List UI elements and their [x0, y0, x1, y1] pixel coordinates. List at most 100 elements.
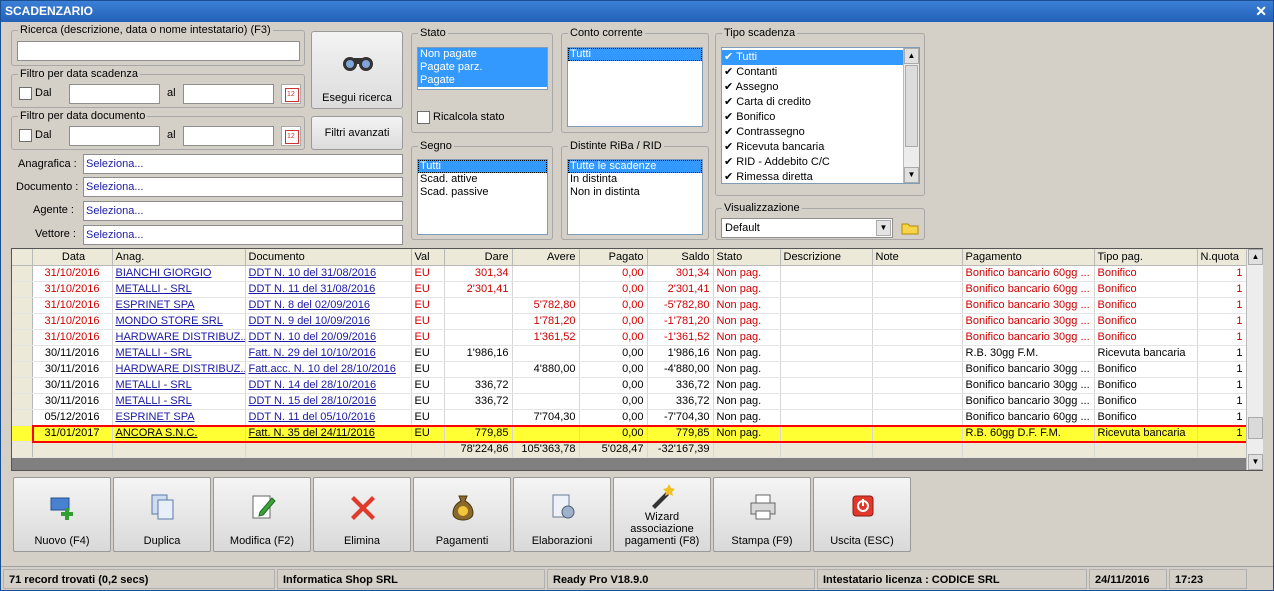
tipo-item-bonifico[interactable]: ✔ Bonifico [722, 110, 919, 125]
col-val[interactable]: Val [411, 249, 445, 266]
cell-anag[interactable]: METALLI - SRL [112, 345, 246, 362]
distinte-list[interactable]: Tutte le scadenze In distinta Non in dis… [567, 159, 703, 235]
uscita-button[interactable]: Uscita (ESC) [813, 477, 911, 552]
tipo-item-ricevuta[interactable]: ✔ Ricevuta bancaria [722, 140, 919, 155]
stato-item-non-pagate[interactable]: Non pagate [418, 48, 547, 61]
table-row[interactable]: 31/10/2016 MONDO STORE SRL DDT N. 9 del 10… [12, 313, 1247, 330]
scroll-thumb[interactable] [905, 65, 918, 147]
ricalcola-checkbox[interactable] [417, 111, 430, 124]
col-pagato[interactable]: Pagato [579, 249, 648, 266]
scroll-down-icon[interactable]: ▼ [904, 167, 919, 183]
filter-due-to-input[interactable] [183, 84, 274, 104]
col-stato[interactable]: Stato [713, 249, 781, 266]
row-indicator[interactable] [12, 313, 33, 330]
cell-documento[interactable]: DDT N. 11 del 31/08/2016 [245, 281, 412, 298]
grid-scrollbar[interactable]: ▲ ▼ [1246, 249, 1263, 470]
segno-item-tutti[interactable]: Tutti [418, 160, 547, 173]
chevron-down-icon[interactable]: ▼ [876, 220, 891, 236]
scroll-down-icon[interactable]: ▼ [1248, 454, 1263, 470]
tipo-item-contanti[interactable]: ✔ Contanti [722, 65, 919, 80]
scroll-up-icon[interactable]: ▲ [1248, 249, 1263, 265]
elimina-button[interactable]: Elimina [313, 477, 411, 552]
row-indicator[interactable] [12, 361, 33, 378]
close-icon[interactable]: ✕ [1255, 1, 1267, 22]
cell-documento[interactable]: Fatt. N. 35 del 24/11/2016 [245, 425, 412, 442]
cell-documento[interactable]: DDT N. 10 del 20/09/2016 [245, 329, 412, 346]
table-row[interactable]: 05/12/2016 ESPRINET SPA DDT N. 11 del 05/1… [12, 409, 1247, 426]
anagrafica-select[interactable]: Seleziona... [83, 154, 403, 174]
stampa-button[interactable]: Stampa (F9) [713, 477, 811, 552]
row-indicator[interactable] [12, 425, 33, 442]
visual-select[interactable]: Default ▼ [721, 218, 893, 238]
distinte-item-in-distinta[interactable]: In distinta [568, 173, 702, 186]
segno-item-passive[interactable]: Scad. passive [418, 186, 547, 199]
cell-anag[interactable]: METALLI - SRL [112, 377, 246, 394]
tipo-item-carta[interactable]: ✔ Carta di credito [722, 95, 919, 110]
col-avere[interactable]: Avere [512, 249, 580, 266]
col-anag[interactable]: Anag. [112, 249, 246, 266]
exec-search-button[interactable]: Esegui ricerca [311, 31, 403, 109]
table-row[interactable]: 31/10/2016 METALLI - SRL DDT N. 11 del 31/… [12, 281, 1247, 298]
cell-anag[interactable]: ANCORA S.N.C. [112, 425, 246, 442]
vettore-select[interactable]: Seleziona... [83, 225, 403, 245]
elaborazioni-button[interactable]: Elaborazioni [513, 477, 611, 552]
row-indicator[interactable] [12, 409, 33, 426]
segno-list[interactable]: Tutti Scad. attive Scad. passive [417, 159, 548, 235]
row-indicator[interactable] [12, 265, 33, 282]
distinte-item-tutte[interactable]: Tutte le scadenze [568, 160, 702, 173]
stato-list[interactable]: Non pagate Pagate parz. Pagate [417, 47, 548, 90]
segno-item-attive[interactable]: Scad. attive [418, 173, 547, 186]
cell-documento[interactable]: DDT N. 15 del 28/10/2016 [245, 393, 412, 410]
tipo-list[interactable]: ✔ Tutti ✔ Contanti ✔ Assegno ✔ Carta di … [721, 47, 920, 184]
cell-anag[interactable]: MONDO STORE SRL [112, 313, 246, 330]
cell-documento[interactable]: Fatt.acc. N. 10 del 28/10/2016 [245, 361, 412, 378]
row-indicator[interactable] [12, 377, 33, 394]
table-row[interactable]: 31/10/2016 BIANCHI GIORGIO DDT N. 10 del 3… [12, 265, 1247, 282]
calendar-icon[interactable] [281, 126, 301, 146]
nuovo-button[interactable]: Nuovo (F4) [13, 477, 111, 552]
stato-item-pagate-parz[interactable]: Pagate parz. [418, 61, 547, 74]
filter-doc-checkbox[interactable] [19, 129, 32, 142]
conto-item-tutti[interactable]: Tutti [568, 48, 702, 61]
tipo-item-assegno[interactable]: ✔ Assegno [722, 80, 919, 95]
table-row[interactable]: 30/11/2016 METALLI - SRL Fatt. N. 29 del 1… [12, 345, 1247, 362]
col-documento[interactable]: Documento [245, 249, 412, 266]
documento-select[interactable]: Seleziona... [83, 177, 403, 197]
conto-list[interactable]: Tutti [567, 47, 703, 127]
cell-anag[interactable]: HARDWARE DISTRIBUZ... [112, 361, 246, 378]
table-row[interactable]: 30/11/2016 METALLI - SRL DDT N. 14 del 28/… [12, 377, 1247, 394]
cell-anag[interactable]: METALLI - SRL [112, 281, 246, 298]
row-indicator[interactable] [12, 329, 33, 346]
table-row[interactable]: 31/10/2016 ESPRINET SPA DDT N. 8 del 02/09… [12, 297, 1247, 314]
cell-documento[interactable]: DDT N. 10 del 31/08/2016 [245, 265, 412, 282]
tipo-item-rid[interactable]: ✔ RID - Addebito C/C [722, 155, 919, 170]
duplica-button[interactable]: Duplica [113, 477, 211, 552]
pagamenti-button[interactable]: Pagamenti [413, 477, 511, 552]
col-dare[interactable]: Dare [444, 249, 513, 266]
folder-icon[interactable] [900, 218, 920, 238]
wizard-button[interactable]: Wizard associazione pagamenti (F8) [613, 477, 711, 552]
table-row[interactable]: 31/10/2016 HARDWARE DISTRIBUZ... DDT N. 10… [12, 329, 1247, 346]
table-row[interactable]: 30/11/2016 METALLI - SRL DDT N. 15 del 28/… [12, 393, 1247, 410]
col-tipo-pag[interactable]: Tipo pag. [1094, 249, 1198, 266]
tipo-item-contrassegno[interactable]: ✔ Contrassegno [722, 125, 919, 140]
tipo-scrollbar[interactable]: ▲ ▼ [903, 48, 919, 183]
col-note[interactable]: Note [872, 249, 963, 266]
calendar-icon[interactable] [281, 84, 301, 104]
filter-due-from-input[interactable] [69, 84, 160, 104]
cell-anag[interactable]: HARDWARE DISTRIBUZ... [112, 329, 246, 346]
advanced-filters-button[interactable]: Filtri avanzati [311, 116, 403, 150]
tipo-item-rimessa[interactable]: ✔ Rimessa diretta [722, 170, 919, 183]
row-indicator[interactable] [12, 281, 33, 298]
col-saldo[interactable]: Saldo [647, 249, 714, 266]
cell-anag[interactable]: ESPRINET SPA [112, 409, 246, 426]
search-input[interactable] [17, 41, 300, 61]
cell-documento[interactable]: DDT N. 11 del 05/10/2016 [245, 409, 412, 426]
scroll-thumb[interactable] [1248, 417, 1263, 439]
col-pagamento[interactable]: Pagamento [962, 249, 1095, 266]
table-row[interactable]: 31/01/2017 ANCORA S.N.C. Fatt. N. 35 del 2… [12, 425, 1247, 442]
row-indicator[interactable] [12, 297, 33, 314]
filter-due-checkbox[interactable] [19, 87, 32, 100]
modifica-button[interactable]: Modifica (F2) [213, 477, 311, 552]
filter-doc-from-input[interactable] [69, 126, 160, 146]
